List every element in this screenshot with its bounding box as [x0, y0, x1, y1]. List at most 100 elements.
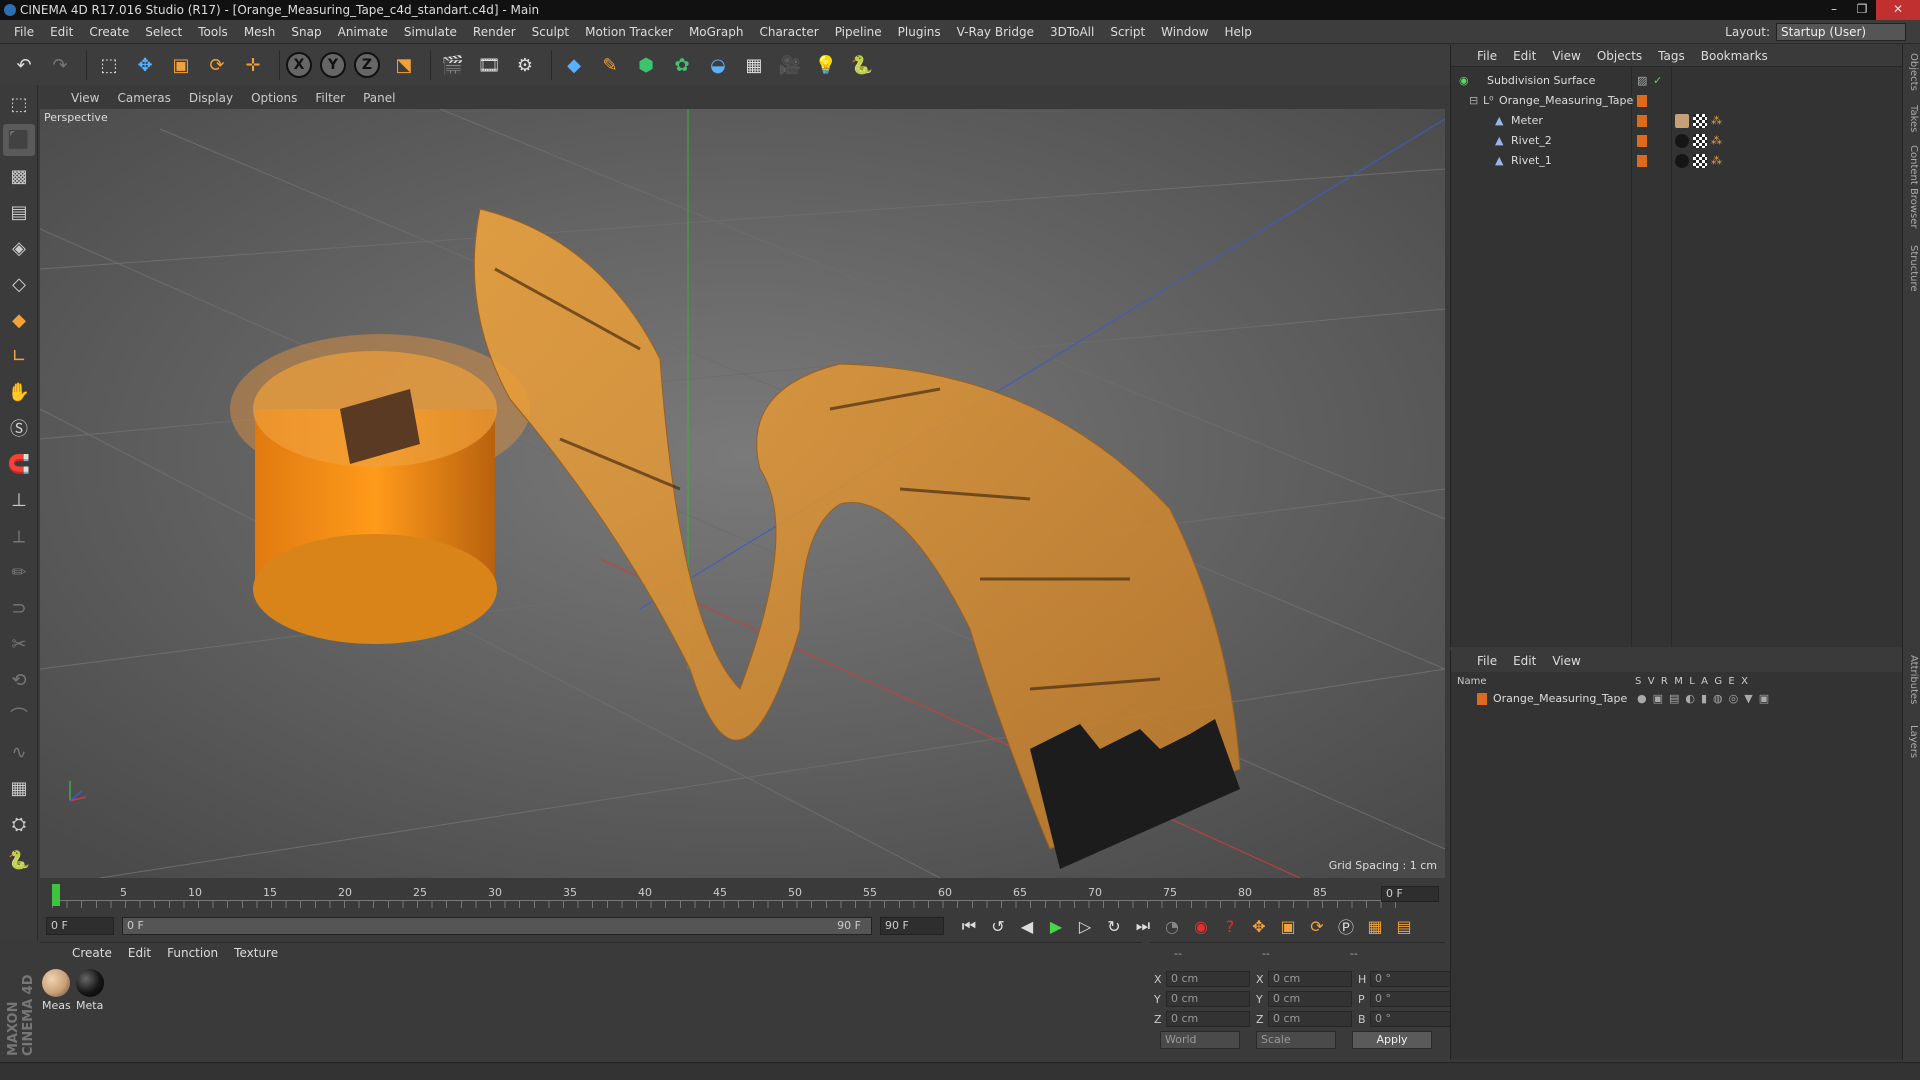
- layer-menu-file[interactable]: File: [1469, 654, 1505, 668]
- auto-keying-icon[interactable]: ◉: [1188, 914, 1214, 938]
- menu-create[interactable]: Create: [81, 25, 137, 39]
- menu-select[interactable]: Select: [137, 25, 190, 39]
- object-menu-bookmarks[interactable]: Bookmarks: [1693, 49, 1776, 63]
- enabled-check-icon[interactable]: ✓: [1653, 71, 1662, 91]
- key-parameter-icon[interactable]: Ⓟ: [1333, 914, 1359, 938]
- timeline[interactable]: 0 5 10 15 20 25 30 35 40 45 50 55 60 65 …: [40, 880, 1445, 912]
- timeline-window-icon[interactable]: ▤: [1391, 914, 1417, 938]
- menu-help[interactable]: Help: [1216, 25, 1259, 39]
- edit-toggle-icon[interactable]: ▨: [1637, 71, 1647, 91]
- object-row-rivet-2[interactable]: ▲ Rivet_2 ⁂: [1451, 131, 1903, 151]
- keyframe-selection-icon[interactable]: ?: [1217, 914, 1243, 938]
- polygons-mode-icon[interactable]: ◆: [3, 304, 35, 336]
- uv-tag-icon[interactable]: [1693, 134, 1707, 148]
- menu-mesh[interactable]: Mesh: [236, 25, 284, 39]
- y-axis-lock-icon[interactable]: Y: [320, 52, 346, 78]
- position-y-field[interactable]: 0 cm: [1166, 991, 1250, 1007]
- tab-content-browser[interactable]: Content Browser: [1905, 145, 1919, 228]
- material-menu-texture[interactable]: Texture: [226, 946, 286, 960]
- menu-plugins[interactable]: Plugins: [890, 25, 949, 39]
- size-z-field[interactable]: 0 cm: [1268, 1011, 1352, 1027]
- rotation-b-field[interactable]: 0 °: [1370, 1011, 1454, 1027]
- spline-pen-icon[interactable]: ✎: [594, 49, 626, 81]
- nurbs-icon[interactable]: ⬢: [630, 49, 662, 81]
- move-icon[interactable]: ✥: [129, 49, 161, 81]
- menu-simulate[interactable]: Simulate: [396, 25, 465, 39]
- rotation-p-field[interactable]: 0 °: [1370, 991, 1454, 1007]
- edges-mode-icon[interactable]: ◇: [3, 268, 35, 300]
- viewport-menu-options[interactable]: Options: [242, 91, 306, 105]
- size-x-field[interactable]: 0 cm: [1268, 971, 1352, 987]
- lock-workplane-icon[interactable]: ⟂: [3, 520, 35, 552]
- mograph-cloner-icon[interactable]: ✿: [666, 49, 698, 81]
- current-frame-field[interactable]: 0 F: [1381, 886, 1439, 902]
- key-point-level-icon[interactable]: ▦: [1362, 914, 1388, 938]
- size-y-field[interactable]: 0 cm: [1268, 991, 1352, 1007]
- magnet-icon[interactable]: ⊃: [3, 592, 35, 624]
- material-swatch-meas[interactable]: Meas: [42, 969, 74, 1012]
- render-picture-viewer-icon[interactable]: 🎞: [473, 49, 505, 81]
- transform-icon[interactable]: ✛: [237, 49, 269, 81]
- viewport-menu-panel[interactable]: Panel: [354, 91, 404, 105]
- playhead[interactable]: [52, 884, 60, 906]
- minimize-button[interactable]: –: [1820, 0, 1848, 20]
- menu-edit[interactable]: Edit: [42, 25, 81, 39]
- key-position-icon[interactable]: ✥: [1246, 914, 1272, 938]
- menu-snap[interactable]: Snap: [283, 25, 329, 39]
- menu-tools[interactable]: Tools: [190, 25, 236, 39]
- menu-character[interactable]: Character: [751, 25, 826, 39]
- layer-row[interactable]: Orange_Measuring_Tape ●▣▤◐▮◍◎▼▣: [1451, 690, 1903, 708]
- material-menu-edit[interactable]: Edit: [120, 946, 159, 960]
- 3d-viewport[interactable]: Perspective Grid Spacing : 1 cm: [40, 109, 1445, 878]
- tab-attributes[interactable]: Attributes: [1905, 655, 1919, 704]
- python-icon[interactable]: 🐍: [846, 49, 878, 81]
- python-script-icon[interactable]: 🐍: [3, 844, 35, 876]
- viewport-menu-cameras[interactable]: Cameras: [108, 91, 179, 105]
- menu-pipeline[interactable]: Pipeline: [827, 25, 890, 39]
- axis-mode-icon[interactable]: ∟: [3, 340, 35, 372]
- floor-scene-icon[interactable]: ▦: [738, 49, 770, 81]
- phong-tag-icon[interactable]: ⁂: [1711, 131, 1722, 151]
- viewport-menu-filter[interactable]: Filter: [306, 91, 354, 105]
- knife-icon[interactable]: ✂: [3, 628, 35, 660]
- menu-sculpt[interactable]: Sculpt: [524, 25, 577, 39]
- previous-key-icon[interactable]: ↺: [985, 914, 1011, 938]
- play-icon[interactable]: ▶: [1043, 914, 1069, 938]
- key-scale-icon[interactable]: ▣: [1275, 914, 1301, 938]
- undo-icon[interactable]: ↶: [8, 49, 40, 81]
- phong-tag-icon[interactable]: ⁂: [1711, 151, 1722, 171]
- object-row-subdivision-surface[interactable]: ◉ Subdivision Surface ▨ ✓: [1451, 71, 1903, 91]
- uv-tag-icon[interactable]: [1693, 114, 1707, 128]
- viewport-menu-display[interactable]: Display: [180, 91, 242, 105]
- position-x-field[interactable]: 0 cm: [1166, 971, 1250, 987]
- phong-tag-icon[interactable]: ⁂: [1711, 111, 1722, 131]
- object-menu-view[interactable]: View: [1544, 49, 1588, 63]
- loop-icon[interactable]: ⟲: [3, 664, 35, 696]
- light-icon[interactable]: 💡: [810, 49, 842, 81]
- points-mode-icon[interactable]: ◈: [3, 232, 35, 264]
- layer-menu-view[interactable]: View: [1544, 654, 1588, 668]
- material-menu-create[interactable]: Create: [64, 946, 120, 960]
- deformer-icon[interactable]: ◒: [702, 49, 734, 81]
- apply-button[interactable]: Apply: [1352, 1031, 1432, 1049]
- rotation-h-field[interactable]: 0 °: [1370, 971, 1454, 987]
- menu-render[interactable]: Render: [465, 25, 524, 39]
- maximize-button[interactable]: ❐: [1848, 0, 1876, 20]
- object-row-rivet-1[interactable]: ▲ Rivet_1 ⁂: [1451, 151, 1903, 171]
- material-swatch-meta[interactable]: Meta: [76, 969, 108, 1012]
- z-axis-lock-icon[interactable]: Z: [354, 52, 380, 78]
- workplane-axis-icon[interactable]: ⊥: [3, 484, 35, 516]
- workplane-icon[interactable]: ▤: [3, 196, 35, 228]
- material-tag-icon[interactable]: [1675, 134, 1689, 148]
- snap-icon[interactable]: 🧲: [3, 448, 35, 480]
- cube-object-icon[interactable]: ◆: [558, 49, 590, 81]
- tweak-mode-icon[interactable]: ✋: [3, 376, 35, 408]
- rotate-icon[interactable]: ⟳: [201, 49, 233, 81]
- live-selection-icon[interactable]: ⬚: [93, 49, 125, 81]
- object-row-orange-measuring-tape[interactable]: ⊟ L⁰ Orange_Measuring_Tape: [1451, 91, 1903, 111]
- menu-vray-bridge[interactable]: V-Ray Bridge: [949, 25, 1042, 39]
- menu-mograph[interactable]: MoGraph: [681, 25, 752, 39]
- key-rotation-icon[interactable]: ⟳: [1304, 914, 1330, 938]
- menu-motion-tracker[interactable]: Motion Tracker: [577, 25, 681, 39]
- record-keys-icon[interactable]: ◔: [1159, 914, 1185, 938]
